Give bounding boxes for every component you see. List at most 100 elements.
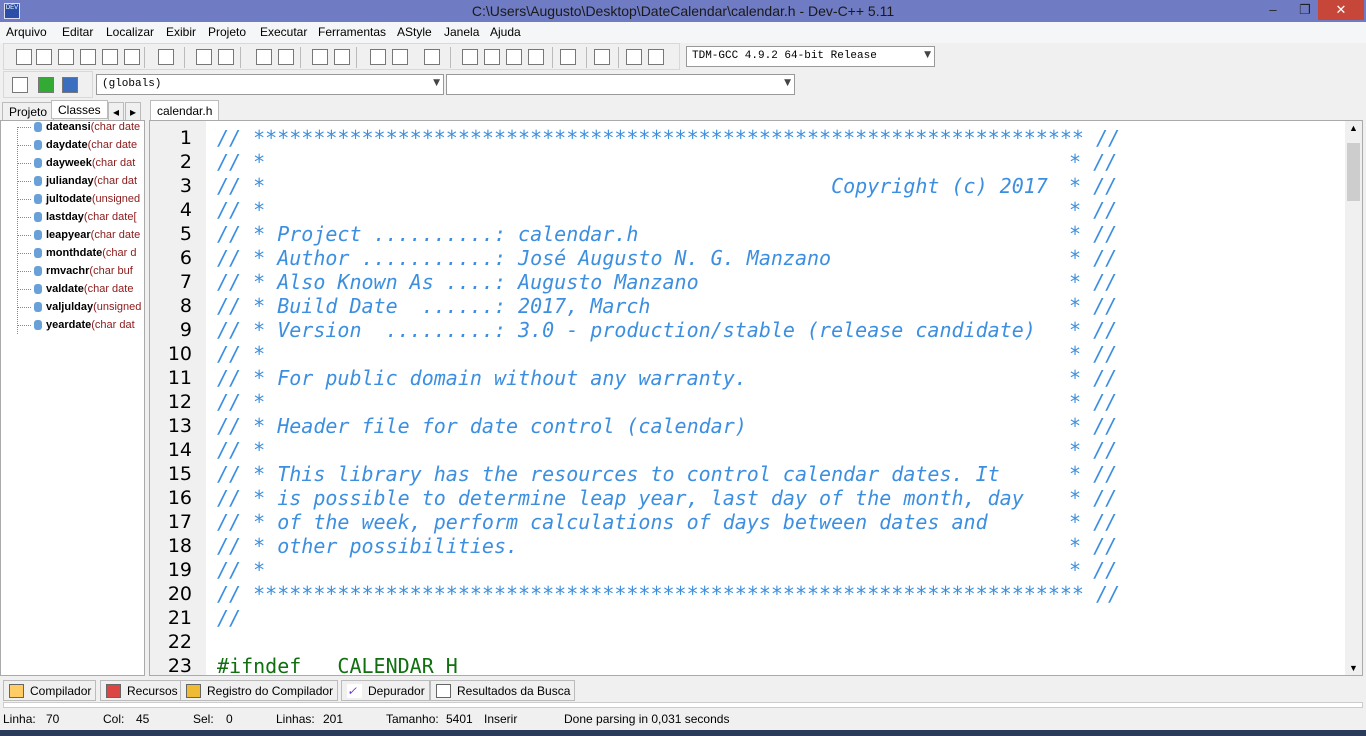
comment-border: * // xyxy=(1069,414,1118,438)
rebuild-icon[interactable] xyxy=(528,49,544,65)
output-panel xyxy=(3,702,1363,708)
code-text: #ifndef CALENDAR_H xyxy=(217,654,458,676)
scope-select[interactable]: (globals) ▼ xyxy=(96,74,444,95)
print-icon[interactable] xyxy=(158,49,174,65)
class-item[interactable]: dayweek(char dat xyxy=(17,157,135,175)
tree-connector xyxy=(17,252,31,254)
tree-connector xyxy=(17,126,31,128)
menu-ajuda[interactable]: Ajuda xyxy=(490,25,521,39)
comment-border: * // xyxy=(1069,294,1118,318)
menu-editar[interactable]: Editar xyxy=(62,25,93,39)
menu-exibir[interactable]: Exibir xyxy=(166,25,196,39)
code-line: // * Version .........: 3.0 - production… xyxy=(217,318,1117,342)
bookmark-icon[interactable] xyxy=(62,77,78,93)
undo-icon[interactable] xyxy=(196,49,212,65)
menu-executar[interactable]: Executar xyxy=(260,25,307,39)
close-file-icon[interactable] xyxy=(102,49,118,65)
tab-registro-compilador[interactable]: Registro do Compilador xyxy=(180,680,339,701)
class-item[interactable]: jultodate(unsigned xyxy=(17,193,140,211)
run-icon[interactable] xyxy=(484,49,500,65)
new-file-icon[interactable] xyxy=(16,49,32,65)
code-editor[interactable]: ▲ ▼ 1 // ********************************… xyxy=(149,120,1363,676)
code-line: // * Copyright (c) 2017 * // xyxy=(217,174,1117,198)
goto-bookmark-icon[interactable] xyxy=(424,49,440,65)
scrollbar-thumb[interactable] xyxy=(1347,143,1360,201)
line-number: 20 xyxy=(167,583,192,605)
member-select[interactable]: ▼ xyxy=(446,74,795,95)
open-file-icon[interactable] xyxy=(36,49,52,65)
save-icon[interactable] xyxy=(58,49,74,65)
class-item[interactable]: valdate(char date xyxy=(17,283,133,301)
unindent-icon[interactable] xyxy=(334,49,350,65)
tab-depurador[interactable]: ✓ Depurador xyxy=(341,680,430,701)
function-icon xyxy=(34,194,42,205)
menu-arquivo[interactable]: Arquivo xyxy=(6,25,47,39)
restore-button[interactable]: ❐ xyxy=(1290,0,1320,20)
class-item[interactable]: dateansi(char date xyxy=(17,121,140,139)
code-text: // * Header file for date control (calen… xyxy=(217,414,747,438)
class-item[interactable]: lastday(char date[ xyxy=(17,211,137,229)
tab-scroll-left[interactable]: ◂ xyxy=(108,102,125,121)
close-button[interactable]: ✕ xyxy=(1318,0,1364,20)
tab-classes[interactable]: Classes xyxy=(51,100,108,119)
goto-line-icon[interactable] xyxy=(370,49,386,65)
delete-profile-icon[interactable] xyxy=(648,49,664,65)
menu-projeto[interactable]: Projeto xyxy=(208,25,246,39)
line-number: 14 xyxy=(167,439,192,461)
tab-recursos[interactable]: Recursos xyxy=(100,680,183,701)
close-all-icon[interactable] xyxy=(124,49,140,65)
class-item[interactable]: daydate(char date xyxy=(17,139,137,157)
compile-icon[interactable] xyxy=(462,49,478,65)
compile-run-icon[interactable] xyxy=(506,49,522,65)
compiler-select[interactable]: TDM-GCC 4.9.2 64-bit Release ▼ xyxy=(686,46,935,67)
scroll-up-icon[interactable]: ▲ xyxy=(1349,123,1358,133)
chevron-down-icon: ▼ xyxy=(784,78,791,88)
function-signature: (char date xyxy=(83,283,134,295)
function-icon xyxy=(34,212,42,223)
class-item[interactable]: rmvachr(char buf xyxy=(17,265,133,283)
menu-astyle[interactable]: AStyle xyxy=(397,25,432,39)
menu-localizar[interactable]: Localizar xyxy=(106,25,154,39)
tab-calendar-h[interactable]: calendar.h xyxy=(150,100,220,121)
class-item[interactable]: leapyear(char date xyxy=(17,229,140,247)
class-item[interactable]: valjulday(unsigned xyxy=(17,301,141,319)
class-item[interactable]: julianday(char dat xyxy=(17,175,137,193)
syntax-check-icon[interactable] xyxy=(560,49,576,65)
line-number: 8 xyxy=(179,295,192,317)
code-text: // * is possible to determine leap year,… xyxy=(217,486,1024,510)
code-text: // * Also Known As ....: Augusto Manzano xyxy=(217,270,699,294)
toggle-bookmark-icon[interactable] xyxy=(392,49,408,65)
menu-janela[interactable]: Janela xyxy=(444,25,479,39)
function-signature: (char d xyxy=(102,247,137,259)
code-text: // xyxy=(217,606,242,630)
code-line: // * * // xyxy=(217,198,1117,222)
code-line: // * is possible to determine leap year,… xyxy=(217,486,1117,510)
goto-declaration-icon[interactable] xyxy=(12,77,28,93)
stop-icon[interactable] xyxy=(594,49,610,65)
redo-icon[interactable] xyxy=(218,49,234,65)
col-value: 45 xyxy=(136,712,150,726)
find-icon[interactable] xyxy=(256,49,272,65)
class-item[interactable]: monthdate(char d xyxy=(17,247,136,265)
main-toolbar xyxy=(3,43,680,70)
tree-connector xyxy=(17,198,31,200)
scroll-down-icon[interactable]: ▼ xyxy=(1349,663,1358,673)
function-signature: (char dat xyxy=(91,157,136,169)
class-item[interactable]: yeardate(char dat xyxy=(17,319,135,337)
save-all-icon[interactable] xyxy=(80,49,96,65)
tab-scroll-right[interactable]: ▸ xyxy=(125,102,142,121)
class-toolbar xyxy=(3,71,93,98)
add-class-icon[interactable] xyxy=(38,77,54,93)
tab-compilador[interactable]: Compilador xyxy=(3,680,97,701)
profile-icon[interactable] xyxy=(626,49,642,65)
tree-connector xyxy=(17,288,31,290)
tab-resultados-busca[interactable]: Resultados da Busca xyxy=(430,680,576,701)
vertical-scrollbar[interactable]: ▲ ▼ xyxy=(1345,121,1362,675)
minimize-button[interactable]: – xyxy=(1258,0,1288,20)
replace-icon[interactable] xyxy=(278,49,294,65)
indent-icon[interactable] xyxy=(312,49,328,65)
toolbar-separator xyxy=(450,47,451,68)
tab-projeto[interactable]: Projeto xyxy=(2,102,55,121)
menu-ferramentas[interactable]: Ferramentas xyxy=(318,25,386,39)
grid-icon xyxy=(9,684,24,698)
